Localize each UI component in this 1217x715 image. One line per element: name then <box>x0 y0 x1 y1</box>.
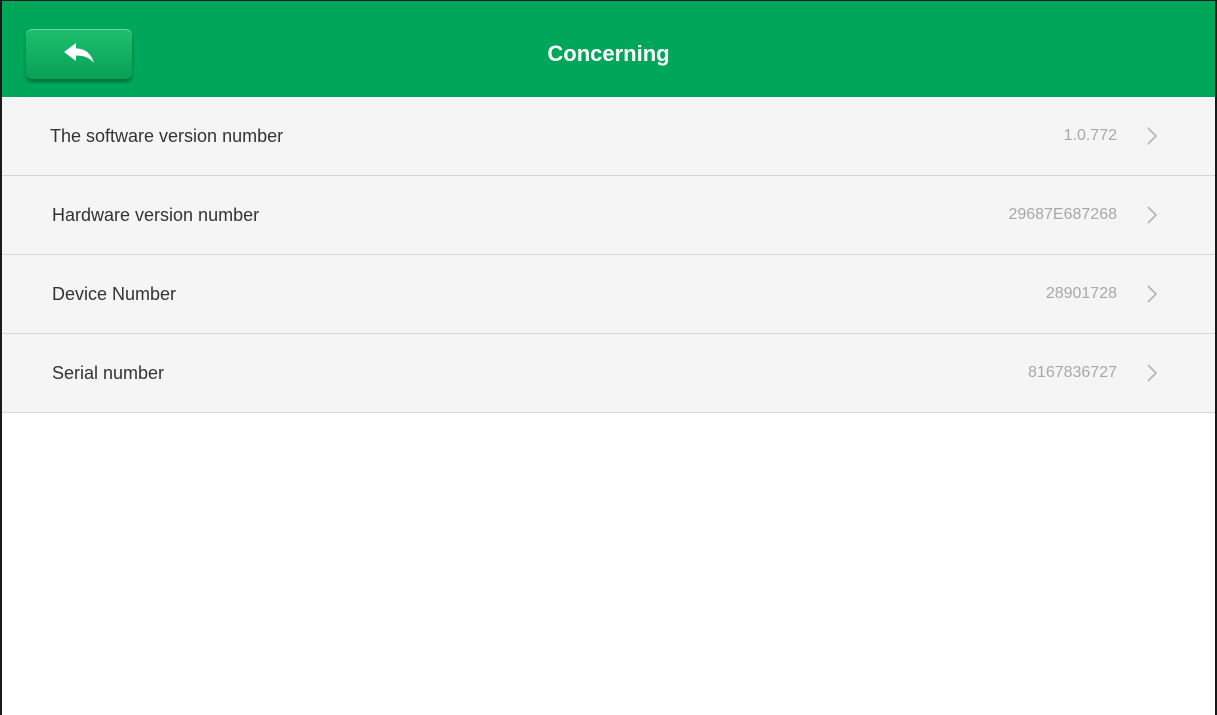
row-value: 8167836727 <box>1028 364 1117 381</box>
row-value: 28901728 <box>1045 285 1117 302</box>
empty-content-area <box>2 413 1215 715</box>
list-item-software-version[interactable]: The software version number 1.0.772 <box>2 97 1215 176</box>
list-item-serial-number[interactable]: Serial number 8167836727 <box>2 334 1215 413</box>
list-item-device-number[interactable]: Device Number 28901728 <box>2 255 1215 334</box>
chevron-right-icon <box>1147 285 1158 303</box>
row-value: 29687E687268 <box>1008 206 1117 223</box>
header-bar: Concerning <box>2 1 1215 97</box>
list-item-hardware-version[interactable]: Hardware version number 29687E687268 <box>2 176 1215 255</box>
chevron-right-icon <box>1147 364 1158 382</box>
row-label: Serial number <box>52 363 165 383</box>
page-title: Concerning <box>547 41 670 66</box>
row-label: Hardware version number <box>52 205 260 225</box>
about-screen: Concerning The software version number 1… <box>0 0 1217 715</box>
row-label: The software version number <box>50 126 284 146</box>
row-value: 1.0.772 <box>1063 127 1117 144</box>
chevron-right-icon <box>1147 206 1158 224</box>
info-list: The software version number 1.0.772 Hard… <box>2 97 1215 413</box>
row-label: Device Number <box>52 284 177 304</box>
chevron-right-icon <box>1147 127 1158 145</box>
